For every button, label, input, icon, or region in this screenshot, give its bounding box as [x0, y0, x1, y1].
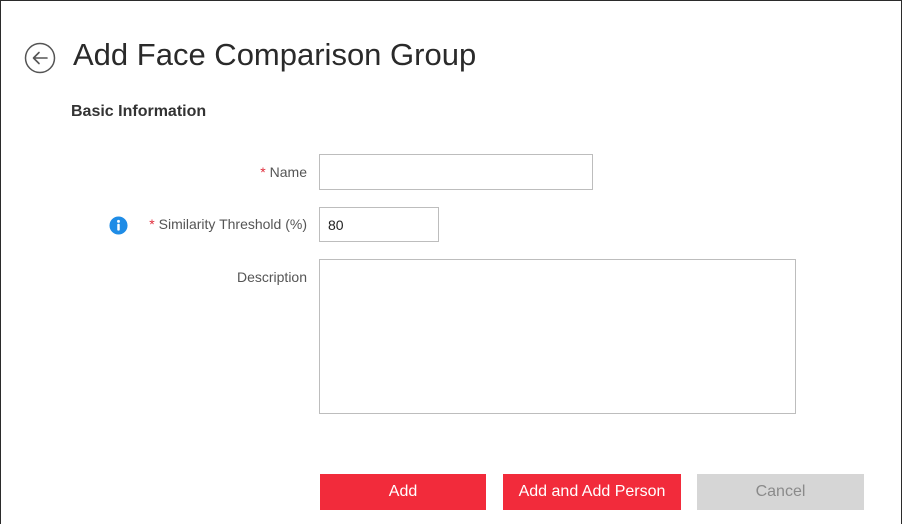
section-title: Basic Information: [71, 103, 207, 120]
info-icon[interactable]: [109, 216, 128, 235]
name-input[interactable]: [319, 154, 593, 190]
similarity-threshold-input[interactable]: [319, 207, 439, 242]
add-button[interactable]: Add: [320, 474, 486, 510]
description-label: Description: [236, 269, 307, 285]
name-label-text: Name: [269, 164, 307, 180]
similarity-threshold-label-text: Similarity Threshold (%): [158, 216, 307, 232]
required-mark: *: [260, 164, 266, 180]
required-mark: *: [149, 216, 155, 232]
page-title: Add Face Comparison Group: [73, 37, 477, 72]
add-face-comparison-group-page: Add Face Comparison Group Basic Informat…: [0, 0, 902, 524]
name-label: * Name: [260, 164, 307, 180]
back-arrow-circle-icon[interactable]: [24, 42, 56, 74]
cancel-button[interactable]: Cancel: [697, 474, 864, 510]
similarity-threshold-label: * Similarity Threshold (%): [149, 216, 307, 232]
description-textarea[interactable]: [319, 259, 796, 414]
add-and-add-person-button[interactable]: Add and Add Person: [503, 474, 681, 510]
